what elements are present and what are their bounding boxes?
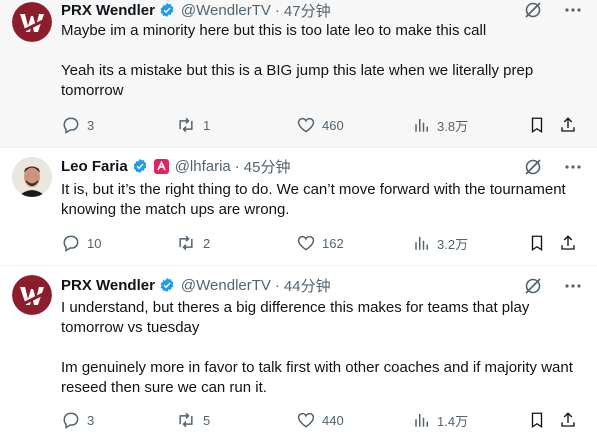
- avatar[interactable]: [12, 157, 52, 197]
- tweet[interactable]: PRX Wendler @WendlerTV · 44分钟 I understa…: [0, 266, 597, 438]
- views-button[interactable]: 3.8万: [413, 115, 468, 135]
- tweet-text: It is, but it’s the right thing to do. W…: [61, 180, 583, 220]
- reply-icon: [63, 412, 79, 429]
- bookmark-icon[interactable]: [528, 233, 546, 253]
- like-count: 460: [322, 117, 344, 133]
- author-name[interactable]: Leo Faria: [61, 158, 128, 175]
- tweet-text: Maybe im a minority here but this is too…: [61, 21, 583, 101]
- retweet-count: 5: [203, 412, 211, 428]
- more-icon[interactable]: [563, 0, 583, 20]
- author-name[interactable]: PRX Wendler: [61, 2, 155, 19]
- tweet[interactable]: Leo Faria @lhfaria · 45分钟 It is, but it’…: [0, 148, 597, 266]
- separator-dot: ·: [234, 157, 240, 175]
- separator-dot: ·: [274, 276, 280, 294]
- grok-icon[interactable]: [523, 0, 543, 20]
- share-icon[interactable]: [559, 233, 577, 253]
- author-handle[interactable]: @lhfaria: [175, 158, 231, 175]
- retweet-icon: [179, 412, 193, 428]
- retweet-button[interactable]: 1: [175, 115, 210, 135]
- share-icon[interactable]: [559, 115, 577, 135]
- separator-dot: ·: [274, 1, 280, 19]
- author-handle[interactable]: @WendlerTV: [181, 277, 271, 294]
- timestamp[interactable]: 45分钟: [244, 156, 291, 177]
- reply-icon: [63, 235, 79, 252]
- grok-icon[interactable]: [523, 157, 543, 177]
- retweet-button[interactable]: 5: [175, 410, 210, 430]
- views-icon: [415, 237, 428, 250]
- views-icon: [415, 119, 428, 132]
- tweet-header: PRX Wendler @WendlerTV · 47分钟: [61, 0, 331, 20]
- tweet-text: I understand, but theres a big differenc…: [61, 298, 583, 398]
- views-button[interactable]: 3.2万: [413, 233, 468, 253]
- timestamp[interactable]: 47分钟: [284, 0, 331, 21]
- like-icon: [297, 412, 315, 428]
- bookmark-icon[interactable]: [528, 410, 546, 430]
- view-count: 3.2万: [437, 236, 469, 252]
- views-button[interactable]: 1.4万: [413, 410, 468, 430]
- more-icon[interactable]: [563, 157, 583, 177]
- retweet-count: 2: [203, 235, 211, 251]
- grok-icon[interactable]: [523, 276, 543, 296]
- action-bar: 3 1 460 3.8万: [61, 115, 581, 135]
- prx-logo-icon: [12, 275, 52, 315]
- retweet-icon: [179, 117, 193, 133]
- like-button[interactable]: 460: [296, 115, 344, 135]
- view-count: 3.8万: [437, 118, 469, 134]
- reply-button[interactable]: 3: [61, 410, 94, 430]
- author-handle[interactable]: @WendlerTV: [181, 2, 271, 19]
- reply-button[interactable]: 3: [61, 115, 94, 135]
- view-count: 1.4万: [437, 413, 469, 429]
- views-icon: [415, 414, 428, 427]
- retweet-button[interactable]: 2: [175, 233, 210, 253]
- tweet[interactable]: PRX Wendler @WendlerTV · 47分钟 Maybe im a…: [0, 0, 597, 148]
- avatar[interactable]: [12, 2, 52, 42]
- verified-icon: [160, 3, 174, 17]
- tweet-header: Leo Faria @lhfaria · 45分钟: [61, 156, 290, 176]
- retweet-icon: [179, 235, 193, 251]
- retweet-count: 1: [203, 117, 211, 133]
- share-icon[interactable]: [559, 410, 577, 430]
- author-name[interactable]: PRX Wendler: [61, 277, 155, 294]
- bookmark-icon[interactable]: [528, 115, 546, 135]
- action-bar: 10 2 162 3.2万: [61, 233, 581, 253]
- more-icon[interactable]: [563, 276, 583, 296]
- tweet-paragraph: I understand, but theres a big differenc…: [61, 299, 530, 336]
- like-button[interactable]: 162: [296, 233, 344, 253]
- reply-button[interactable]: 10: [61, 233, 101, 253]
- prx-logo-icon: [12, 2, 52, 42]
- profile-photo-icon: [12, 157, 52, 197]
- tweet-paragraph: Yeah its a mistake but this is a BIG jum…: [61, 62, 534, 99]
- verified-icon: [133, 159, 147, 173]
- action-bar: 3 5 440 1.4万: [61, 410, 581, 430]
- timestamp[interactable]: 44分钟: [284, 275, 331, 296]
- tweet-header: PRX Wendler @WendlerTV · 44分钟: [61, 275, 331, 295]
- verified-icon: [160, 278, 174, 292]
- avatar[interactable]: [12, 275, 52, 315]
- like-button[interactable]: 440: [296, 410, 344, 430]
- reply-icon: [63, 117, 79, 134]
- like-icon: [297, 235, 315, 251]
- like-count: 440: [322, 412, 344, 428]
- reply-count: 3: [87, 412, 95, 428]
- tweet-paragraph: It is, but it’s the right thing to do. W…: [61, 181, 566, 218]
- like-count: 162: [322, 235, 344, 251]
- reply-count: 10: [87, 235, 102, 251]
- affiliate-badge-icon[interactable]: [153, 158, 169, 174]
- tweet-paragraph: Maybe im a minority here but this is too…: [61, 22, 487, 39]
- tweet-paragraph: Im genuinely more in favor to talk first…: [61, 359, 573, 396]
- like-icon: [297, 117, 315, 133]
- reply-count: 3: [87, 117, 95, 133]
